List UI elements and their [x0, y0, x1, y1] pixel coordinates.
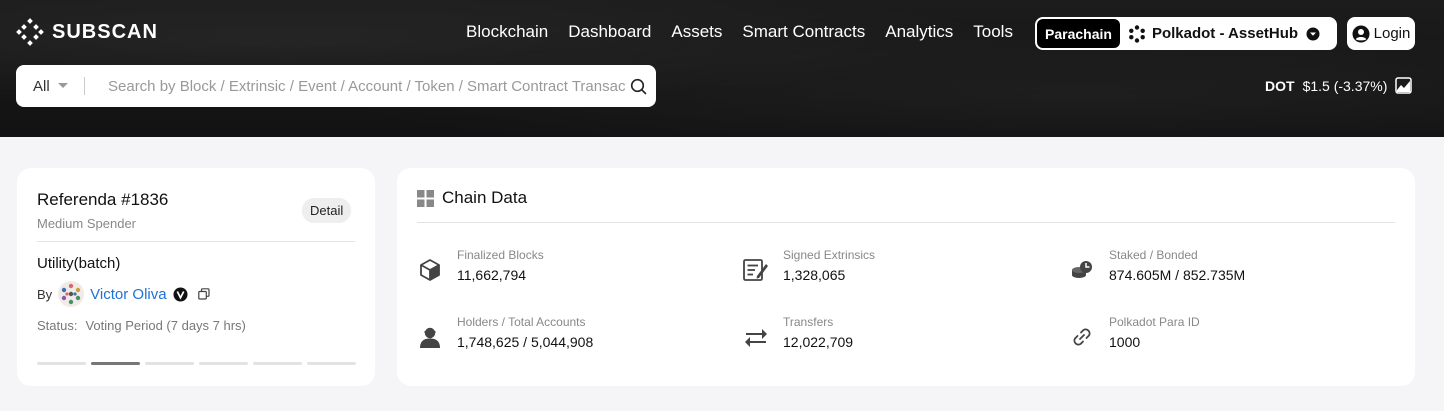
coins-icon — [1069, 257, 1095, 283]
network-selector[interactable]: Parachain Polkadot - AssetHub — [1035, 17, 1337, 50]
carousel-dot[interactable] — [199, 362, 248, 365]
subscan-logo-icon — [16, 18, 44, 46]
stat-label: Signed Extrinsics — [783, 248, 876, 262]
search-input[interactable] — [108, 77, 626, 95]
search-filter-label: All — [33, 77, 50, 95]
referenda-status: Status: Voting Period (7 days 7 hrs) — [37, 318, 246, 333]
link-icon — [1069, 324, 1095, 350]
parachain-badge: Parachain — [1037, 19, 1120, 48]
referenda-divider — [37, 241, 355, 242]
by-label: By — [37, 286, 53, 302]
verified-icon — [173, 287, 188, 301]
carousel-indicators — [37, 362, 356, 365]
detail-button[interactable]: Detail — [302, 198, 352, 223]
stat-finalized-blocks[interactable]: Finalized Blocks 11,662,794 — [417, 247, 544, 285]
referenda-proposer-row: By Victor Oliva — [37, 281, 210, 307]
network-name: Polkadot - AssetHub — [1128, 24, 1299, 43]
stat-signed-extrinsics[interactable]: Signed Extrinsics 1,328,065 — [743, 247, 875, 285]
search-filter-dropdown[interactable]: All — [16, 78, 84, 95]
carousel-dot[interactable] — [37, 362, 86, 365]
nav-analytics[interactable]: Analytics — [885, 20, 953, 44]
stat-value: 874.605M / 852.735M — [1109, 267, 1246, 283]
carousel-dot-active[interactable] — [91, 362, 140, 365]
stat-para-id[interactable]: Polkadot Para ID 1000 — [1069, 314, 1200, 352]
referenda-call: Utility(batch) — [37, 255, 121, 272]
chain-data-title: Chain Data — [442, 188, 528, 207]
status-label: Status: — [37, 318, 78, 333]
subscan-logo[interactable]: SUBSCAN — [16, 18, 158, 46]
stat-holders-accounts[interactable]: Holders / Total Accounts 1,748,625 / 5,0… — [417, 314, 593, 352]
nav-smart-contracts[interactable]: Smart Contracts — [742, 20, 865, 44]
chain-data-header: Chain Data — [417, 188, 527, 208]
cube-icon — [417, 257, 443, 283]
nav-dashboard[interactable]: Dashboard — [568, 20, 651, 44]
stat-staked-bonded[interactable]: Staked / Bonded 874.605M / 852.735M — [1069, 247, 1245, 285]
grid-icon — [417, 189, 434, 207]
carousel-dot[interactable] — [253, 362, 302, 365]
transfer-arrows-icon — [743, 324, 769, 350]
proposer-link[interactable]: Victor Oliva — [90, 286, 166, 303]
polkadot-icon — [1129, 24, 1145, 43]
stat-value: 11,662,794 — [457, 267, 527, 283]
search-bar: All — [16, 65, 656, 107]
token-price: DOT $1.5 (-3.37%) — [1265, 77, 1413, 94]
top-header: SUBSCAN Blockchain Dashboard Assets Smar… — [0, 0, 1444, 137]
login-button[interactable]: Login — [1347, 17, 1415, 50]
search-button[interactable] — [630, 78, 647, 95]
nav-tools[interactable]: Tools — [973, 20, 1013, 44]
carousel-dot[interactable] — [307, 362, 356, 365]
stat-label: Transfers — [783, 315, 834, 329]
stat-value: 1,328,065 — [783, 267, 846, 283]
referenda-track: Medium Spender — [37, 216, 136, 231]
login-label: Login — [1373, 25, 1411, 42]
chain-data-card: Chain Data Finalized Blocks 11,662,794 S… — [397, 168, 1415, 386]
stat-value: 1,748,625 / 5,044,908 — [457, 334, 594, 350]
stat-label: Staked / Bonded — [1109, 248, 1198, 262]
referenda-card: Referenda #1836 Medium Spender Detail Ut… — [17, 168, 375, 386]
nav-blockchain[interactable]: Blockchain — [466, 20, 548, 44]
carousel-dot[interactable] — [145, 362, 194, 365]
main-nav: Blockchain Dashboard Assets Smart Contra… — [466, 20, 1013, 44]
search-divider — [84, 77, 85, 95]
signed-document-icon — [743, 257, 769, 283]
stat-label: Finalized Blocks — [457, 248, 544, 262]
stat-label: Holders / Total Accounts — [457, 315, 586, 329]
chevron-down-icon — [1306, 27, 1320, 40]
price-symbol: DOT — [1265, 77, 1295, 94]
nav-assets[interactable]: Assets — [671, 20, 722, 44]
avatar — [58, 281, 85, 307]
logo-text: SUBSCAN — [52, 20, 158, 43]
stat-transfers[interactable]: Transfers 12,022,709 — [743, 314, 853, 352]
stat-value: 1000 — [1109, 334, 1141, 350]
chart-icon[interactable] — [1395, 77, 1413, 94]
status-value: Voting Period (7 days 7 hrs) — [85, 318, 246, 333]
search-icon — [630, 78, 647, 94]
user-circle-icon — [1352, 25, 1370, 42]
user-icon — [417, 324, 443, 350]
stat-value: 12,022,709 — [783, 334, 854, 350]
network-name-label: Polkadot - AssetHub — [1151, 25, 1299, 42]
stat-label: Polkadot Para ID — [1109, 315, 1200, 329]
referenda-title[interactable]: Referenda #1836 — [37, 190, 168, 210]
caret-down-icon — [57, 83, 68, 88]
chain-data-divider — [417, 222, 1395, 223]
copy-icon[interactable] — [197, 288, 210, 300]
price-value: $1.5 (-3.37%) — [1302, 77, 1388, 94]
